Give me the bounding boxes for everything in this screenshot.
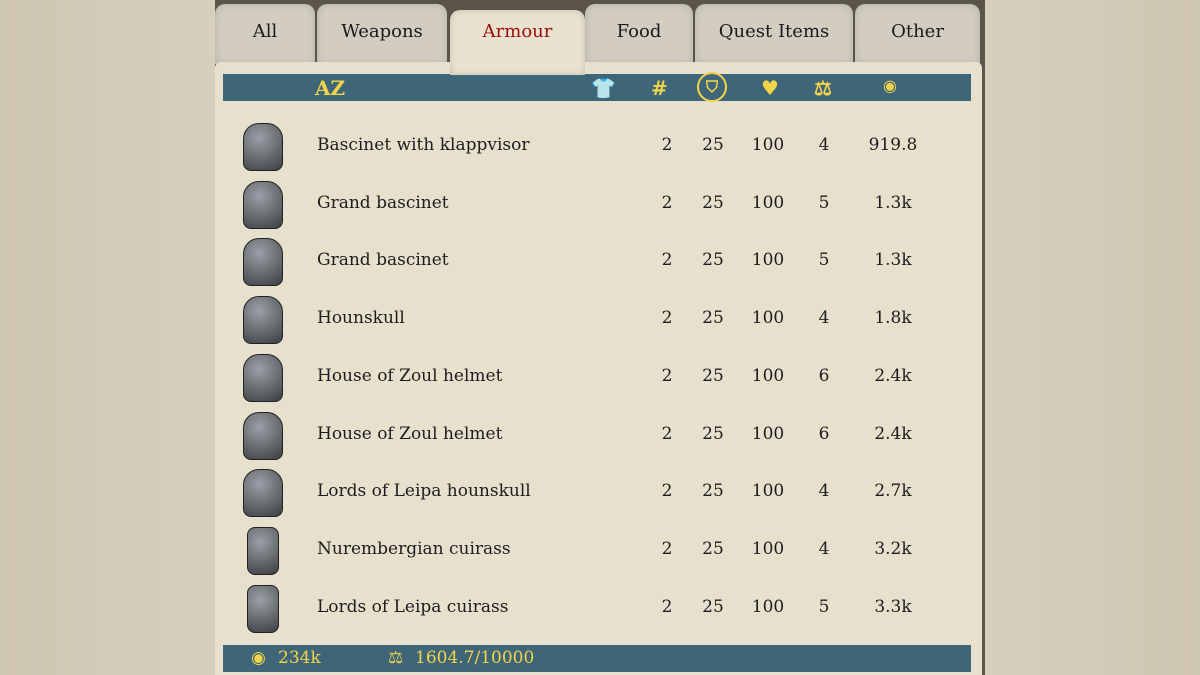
armour-type-icon[interactable]: 👕 bbox=[591, 76, 616, 100]
durability-icon[interactable]: ♥ bbox=[761, 76, 779, 100]
helmet-icon bbox=[243, 180, 283, 229]
helmet-icon bbox=[243, 296, 283, 345]
item-weight: 5 bbox=[818, 596, 830, 617]
cuirass-icon bbox=[247, 584, 279, 633]
item-durability: 100 bbox=[751, 538, 785, 559]
item-defense: 25 bbox=[702, 423, 724, 444]
item-name: Grand bascinet bbox=[317, 250, 449, 271]
defense-icon[interactable]: ⛉ bbox=[697, 72, 727, 102]
item-weight: 4 bbox=[818, 308, 830, 329]
item-defense: 25 bbox=[702, 538, 724, 559]
item-durability: 100 bbox=[751, 192, 785, 213]
item-sheet: AZ 👕 # ⛉ ♥ ⚖ ◉ Bascinet with klappvisor … bbox=[215, 62, 982, 675]
column-header: AZ 👕 # ⛉ ♥ ⚖ ◉ bbox=[223, 72, 971, 102]
item-price: 3.3k bbox=[874, 596, 912, 617]
helmet-icon bbox=[243, 123, 283, 171]
footer-bar: ◉ 234k ⚖ 1604.7/10000 bbox=[223, 645, 971, 672]
tab-armour[interactable]: Armour bbox=[450, 10, 585, 75]
item-durability: 100 bbox=[751, 596, 785, 617]
item-name: Hounskull bbox=[317, 308, 405, 329]
item-name: Nurembergian cuirass bbox=[317, 538, 511, 559]
inventory-panel: All Weapons Armour Food Quest Items Other AZ … bbox=[215, 0, 985, 675]
item-durability: 100 bbox=[751, 481, 785, 502]
helmet-icon bbox=[243, 411, 283, 460]
item-weight: 4 bbox=[818, 135, 830, 155]
item-price: 1.3k bbox=[874, 250, 912, 271]
list-item[interactable]: Lords of Leipa cuirass 2 25 100 5 3.3k bbox=[215, 579, 982, 636]
sort-az-button[interactable]: AZ bbox=[315, 76, 345, 100]
item-durability: 100 bbox=[751, 250, 785, 271]
tab-other[interactable]: Other bbox=[855, 4, 980, 64]
item-name: House of Zoul helmet bbox=[317, 423, 503, 444]
item-defense: 25 bbox=[702, 481, 724, 502]
money-value: 234k bbox=[278, 648, 321, 668]
item-durability: 100 bbox=[751, 365, 785, 386]
cuirass-icon bbox=[247, 526, 279, 575]
item-weight: 6 bbox=[818, 423, 830, 444]
price-icon[interactable]: ◉ bbox=[883, 76, 897, 95]
list-item[interactable]: Nurembergian cuirass 2 25 100 4 3.2k bbox=[215, 521, 982, 578]
item-name: Grand bascinet bbox=[317, 192, 449, 213]
item-durability: 100 bbox=[751, 423, 785, 444]
item-price: 2.4k bbox=[874, 423, 912, 444]
list-item[interactable]: Bascinet with klappvisor 2 25 100 4 919.… bbox=[215, 117, 982, 174]
list-item[interactable]: Hounskull 2 25 100 4 1.8k bbox=[215, 290, 982, 347]
tab-quest-items[interactable]: Quest Items bbox=[695, 4, 853, 64]
weight-value: 1604.7/10000 bbox=[415, 648, 535, 668]
item-price: 3.2k bbox=[874, 538, 912, 559]
helmet-icon bbox=[243, 469, 283, 518]
item-price: 919.8 bbox=[868, 135, 918, 155]
item-name: House of Zoul helmet bbox=[317, 365, 503, 386]
item-defense: 25 bbox=[702, 135, 724, 155]
item-defense: 25 bbox=[702, 596, 724, 617]
item-defense: 25 bbox=[702, 365, 724, 386]
item-weight: 5 bbox=[818, 250, 830, 271]
item-weight: 4 bbox=[818, 538, 830, 559]
tab-weapons[interactable]: Weapons bbox=[317, 4, 447, 64]
item-durability: 100 bbox=[751, 308, 785, 329]
list-item[interactable]: Grand bascinet 2 25 100 5 1.3k bbox=[215, 175, 982, 232]
item-defense: 25 bbox=[702, 308, 724, 329]
coins-icon: ◉ bbox=[251, 648, 266, 668]
item-durability: 100 bbox=[751, 135, 785, 155]
item-price: 2.7k bbox=[874, 481, 912, 502]
item-weight: 4 bbox=[818, 481, 830, 502]
item-defense: 25 bbox=[702, 192, 724, 213]
count-column[interactable]: # bbox=[651, 76, 668, 100]
weight-icon[interactable]: ⚖ bbox=[814, 76, 832, 100]
list-item[interactable]: House of Zoul helmet 2 25 100 6 2.4k bbox=[215, 348, 982, 405]
weight-icon: ⚖ bbox=[388, 648, 404, 668]
list-item[interactable]: House of Zoul helmet 2 25 100 6 2.4k bbox=[215, 406, 982, 463]
item-weight: 6 bbox=[818, 365, 830, 386]
list-item[interactable]: Lords of Leipa hounskull 2 25 100 4 2.7k bbox=[215, 463, 982, 520]
item-name: Lords of Leipa hounskull bbox=[317, 481, 531, 502]
item-price: 1.8k bbox=[874, 308, 912, 329]
item-price: 2.4k bbox=[874, 365, 912, 386]
item-weight: 5 bbox=[818, 192, 830, 213]
item-name: Bascinet with klappvisor bbox=[317, 135, 530, 155]
list-item[interactable]: Grand bascinet 2 25 100 5 1.3k bbox=[215, 232, 982, 289]
helmet-icon bbox=[243, 238, 283, 287]
tab-all[interactable]: All bbox=[215, 4, 315, 64]
helmet-icon bbox=[243, 353, 283, 402]
item-defense: 25 bbox=[702, 250, 724, 271]
item-price: 1.3k bbox=[874, 192, 912, 213]
item-name: Lords of Leipa cuirass bbox=[317, 596, 509, 617]
tab-food[interactable]: Food bbox=[585, 4, 693, 64]
